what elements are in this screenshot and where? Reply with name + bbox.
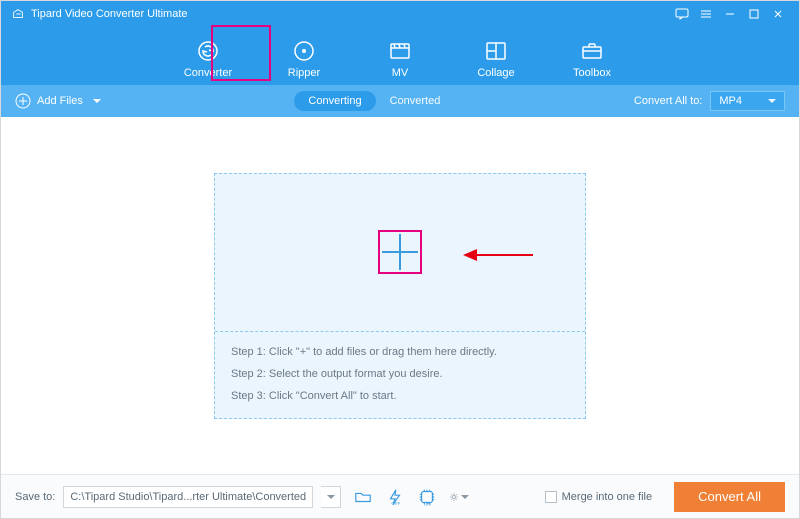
nav-label: Toolbox — [573, 67, 611, 79]
add-files-plus-button[interactable] — [378, 230, 422, 274]
nav-tab-toolbox[interactable]: Toolbox — [565, 39, 619, 79]
feedback-icon[interactable] — [671, 3, 693, 25]
nav-tab-mv[interactable]: MV — [373, 39, 427, 79]
save-path-field[interactable]: C:\Tipard Studio\Tipard...rter Ultimate\… — [63, 486, 313, 508]
app-title: Tipard Video Converter Ultimate — [31, 8, 188, 20]
nav-tab-collage[interactable]: Collage — [469, 39, 523, 79]
convert-all-to-label: Convert All to: — [634, 95, 702, 107]
svg-text:OFF: OFF — [392, 501, 401, 506]
app-window: Tipard Video Converter Ultimate Converte… — [0, 0, 800, 519]
maximize-icon[interactable] — [743, 3, 765, 25]
chevron-down-icon — [768, 99, 776, 103]
chevron-down-icon — [461, 495, 469, 499]
nav-tab-ripper[interactable]: Ripper — [277, 39, 331, 79]
toolbox-icon — [580, 39, 604, 63]
titlebar: Tipard Video Converter Ultimate — [1, 1, 799, 27]
speed-boost-button[interactable]: OFF — [385, 487, 405, 507]
save-path-dropdown[interactable] — [321, 486, 341, 508]
task-settings-button[interactable] — [449, 487, 469, 507]
dropzone-steps: Step 1: Click "+" to add files or drag t… — [215, 332, 585, 418]
mv-icon — [388, 39, 412, 63]
output-format-select[interactable]: MP4 — [710, 91, 785, 111]
convert-all-button[interactable]: Convert All — [674, 482, 785, 512]
nav-label: Collage — [477, 67, 514, 79]
minimize-icon[interactable] — [719, 3, 741, 25]
collage-icon — [484, 39, 508, 63]
bottombar: Save to: C:\Tipard Studio\Tipard...rter … — [1, 474, 799, 518]
chevron-down-icon — [327, 495, 335, 499]
nav-tab-converter[interactable]: Converter — [181, 39, 235, 79]
plus-icon — [380, 232, 420, 272]
chevron-down-icon — [93, 99, 101, 103]
nav-label: MV — [392, 67, 409, 79]
save-to-label: Save to: — [15, 491, 55, 503]
tab-converting[interactable]: Converting — [294, 91, 375, 111]
menu-icon[interactable] — [695, 3, 717, 25]
dropzone[interactable]: Step 1: Click "+" to add files or drag t… — [214, 173, 586, 419]
toolbar: Add Files Converting Converted Convert A… — [1, 85, 799, 117]
svg-text:ON: ON — [424, 501, 431, 505]
merge-checkbox[interactable]: Merge into one file — [545, 491, 653, 503]
save-path-value: C:\Tipard Studio\Tipard...rter Ultimate\… — [70, 491, 306, 503]
open-folder-button[interactable] — [353, 487, 373, 507]
close-icon[interactable] — [767, 3, 789, 25]
format-selected-value: MP4 — [719, 95, 742, 107]
add-files-button[interactable]: Add Files — [15, 93, 101, 109]
checkbox-box-icon — [545, 491, 557, 503]
tab-converted[interactable]: Converted — [390, 95, 441, 107]
nav-label: Converter — [184, 67, 232, 79]
dropzone-top[interactable] — [215, 174, 585, 332]
add-files-label: Add Files — [37, 95, 83, 107]
app-logo-icon — [11, 7, 25, 21]
step-text: Step 3: Click "Convert All" to start. — [231, 390, 569, 402]
converter-icon — [196, 39, 220, 63]
ripper-icon — [292, 39, 316, 63]
step-text: Step 2: Select the output format you des… — [231, 368, 569, 380]
plus-circle-icon — [15, 93, 31, 109]
step-text: Step 1: Click "+" to add files or drag t… — [231, 346, 569, 358]
content-area: Step 1: Click "+" to add files or drag t… — [1, 117, 799, 474]
merge-label: Merge into one file — [562, 491, 653, 503]
gpu-accel-button[interactable]: ON — [417, 487, 437, 507]
nav-label: Ripper — [288, 67, 320, 79]
annotation-arrow-icon — [463, 246, 533, 264]
main-nav: Converter Ripper MV Collage Toolbox — [1, 27, 799, 85]
